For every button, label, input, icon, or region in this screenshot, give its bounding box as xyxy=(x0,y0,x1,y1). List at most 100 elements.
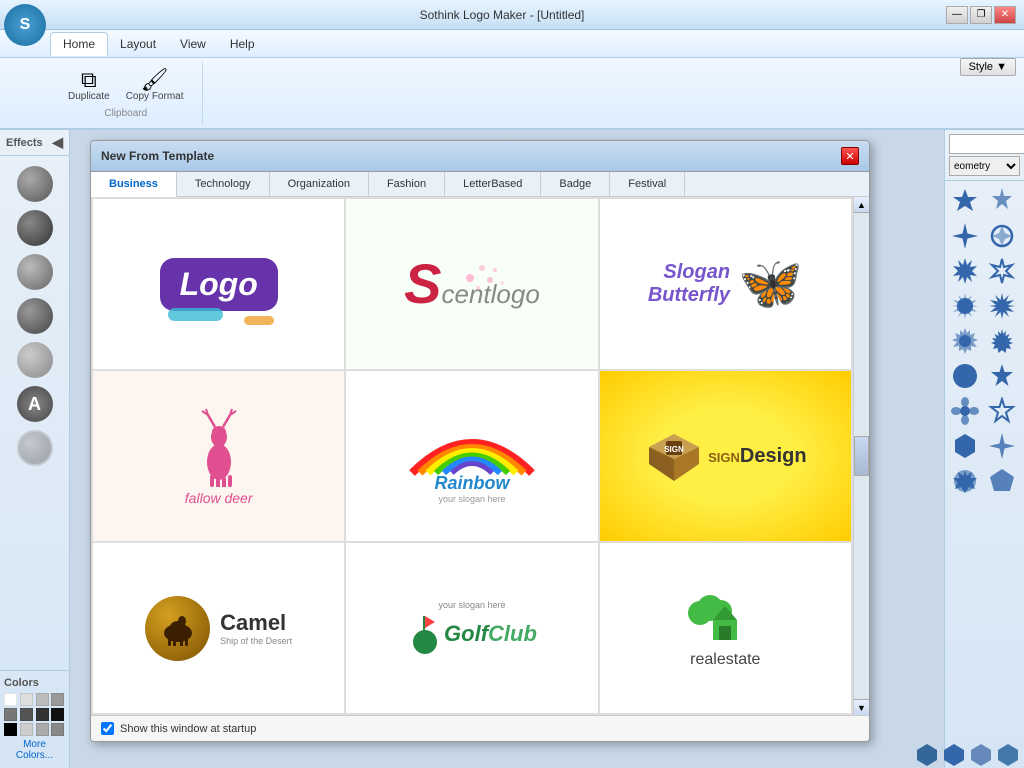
bottom-shape-4[interactable] xyxy=(996,742,1020,766)
shape-hexagon-1[interactable] xyxy=(949,430,981,462)
color-swatch-12[interactable] xyxy=(51,723,64,736)
house-tree-svg xyxy=(685,588,765,648)
modal-footer: Show this window at startup xyxy=(91,715,869,741)
template-logo-purple[interactable]: Logo xyxy=(93,199,344,369)
menu-item-home[interactable]: Home xyxy=(50,32,108,56)
color-swatch-1[interactable] xyxy=(4,693,17,706)
new-from-template-modal: New From Template ✕ Business Technology … xyxy=(90,140,870,742)
effects-header: Effects ◀ xyxy=(0,130,69,156)
shape-star4-1[interactable] xyxy=(949,220,981,252)
effects-toggle[interactable]: ◀ xyxy=(52,134,63,151)
color-swatch-7[interactable] xyxy=(36,708,49,721)
color-swatch-11[interactable] xyxy=(36,723,49,736)
scroll-down-button[interactable]: ▼ xyxy=(854,699,869,715)
ribbon: ⧉ Duplicate 🖌 Copy Format Clipboard xyxy=(0,58,1024,130)
restore-button[interactable]: ❐ xyxy=(970,6,992,24)
template-real-estate[interactable]: realestate xyxy=(600,543,851,713)
modal-title-bar: New From Template ✕ xyxy=(91,141,869,172)
template-scentlogo[interactable]: S centlogo xyxy=(346,199,597,369)
color-swatch-8[interactable] xyxy=(51,708,64,721)
menu-item-help[interactable]: Help xyxy=(218,33,267,55)
geometry-select[interactable]: eometry xyxy=(949,156,1020,176)
template-fallow-deer[interactable]: fallow deer xyxy=(93,371,344,541)
left-panel: Effects ◀ A Colors xyxy=(0,130,70,768)
center-area: New From Template ✕ Business Technology … xyxy=(70,130,944,768)
colors-label: Colors xyxy=(4,675,65,693)
color-swatch-5[interactable] xyxy=(4,708,17,721)
effect-1[interactable] xyxy=(17,166,53,202)
color-swatch-3[interactable] xyxy=(36,693,49,706)
shape-star-outline[interactable] xyxy=(986,255,1018,287)
minimize-button[interactable]: — xyxy=(946,6,968,24)
scroll-up-button[interactable]: ▲ xyxy=(854,197,869,213)
template-sign-design[interactable]: SIGN SIGNDesign xyxy=(600,371,851,541)
shape-star4-3[interactable] xyxy=(986,430,1018,462)
more-colors-link[interactable]: More Colors... xyxy=(4,736,65,764)
shape-flower-1[interactable] xyxy=(949,395,981,427)
show-at-startup-label[interactable]: Show this window at startup xyxy=(120,723,256,735)
template-slogan-butterfly[interactable]: Slogan Butterfly 🦋 xyxy=(600,199,851,369)
color-swatch-6[interactable] xyxy=(20,708,33,721)
colors-panel: Colors More Colors... xyxy=(0,670,69,768)
svg-text:SIGN: SIGN xyxy=(664,445,684,454)
tab-letterbased[interactable]: LetterBased xyxy=(445,172,541,196)
template-golf-club[interactable]: your slogan here xyxy=(346,543,597,713)
bottom-shape-3[interactable] xyxy=(969,742,993,766)
shape-search-input[interactable] xyxy=(949,134,1024,154)
effect-4[interactable] xyxy=(17,298,53,334)
modal-scrollbar[interactable]: ▲ ▼ xyxy=(853,197,869,715)
tab-badge[interactable]: Badge xyxy=(541,172,610,196)
effect-3[interactable] xyxy=(17,254,53,290)
tab-organization[interactable]: Organization xyxy=(270,172,369,196)
shape-pentagon-1[interactable] xyxy=(986,465,1018,497)
menu-item-view[interactable]: View xyxy=(168,33,218,55)
bottom-shape-1[interactable] xyxy=(915,742,939,766)
shape-badge-1[interactable] xyxy=(949,465,981,497)
duplicate-icon: ⧉ xyxy=(81,69,97,91)
show-at-startup-checkbox[interactable] xyxy=(101,722,114,735)
tab-business[interactable]: Business xyxy=(91,172,177,197)
dots-decoration xyxy=(460,258,510,298)
shape-circle-1[interactable] xyxy=(949,360,981,392)
title-bar-controls: — ❐ ✕ xyxy=(946,6,1016,24)
template-camel[interactable]: Camel Ship of the Desert xyxy=(93,543,344,713)
shape-sunburst-2[interactable] xyxy=(986,290,1018,322)
color-swatch-10[interactable] xyxy=(20,723,33,736)
menu-item-layout[interactable]: Layout xyxy=(108,33,168,55)
modal-overlay: New From Template ✕ Business Technology … xyxy=(70,130,944,768)
tab-fashion[interactable]: Fashion xyxy=(369,172,445,196)
tab-technology[interactable]: Technology xyxy=(177,172,270,196)
shape-star6-2[interactable] xyxy=(986,185,1018,217)
color-swatch-2[interactable] xyxy=(20,693,33,706)
close-button[interactable]: ✕ xyxy=(994,6,1016,24)
bottom-shape-2[interactable] xyxy=(942,742,966,766)
shape-sunburst-1[interactable] xyxy=(949,290,981,322)
tab-festival[interactable]: Festival xyxy=(610,172,685,196)
shape-starburst[interactable] xyxy=(986,325,1018,357)
scroll-thumb[interactable] xyxy=(854,436,869,476)
effect-2[interactable] xyxy=(17,210,53,246)
style-button[interactable]: Style ▼ xyxy=(960,58,1016,76)
effect-6[interactable] xyxy=(17,430,53,466)
effect-text-a[interactable]: A xyxy=(17,386,53,422)
color-swatch-9[interactable] xyxy=(4,723,17,736)
template-rainbow[interactable]: Rainbow your slogan here xyxy=(346,371,597,541)
duplicate-button[interactable]: ⧉ Duplicate xyxy=(62,67,116,104)
shape-star5-2[interactable] xyxy=(986,395,1018,427)
main-layout: Effects ◀ A Colors xyxy=(0,130,1024,768)
golf-svg xyxy=(407,612,442,657)
shape-star6-1[interactable] xyxy=(949,185,981,217)
color-grid xyxy=(4,693,65,736)
right-panel-top: 🔍 eometry xyxy=(945,130,1024,181)
copy-format-button[interactable]: 🖌 Copy Format xyxy=(120,67,190,104)
template-grid: Logo S xyxy=(91,197,853,715)
color-swatch-4[interactable] xyxy=(51,693,64,706)
shape-star8-1[interactable] xyxy=(949,255,981,287)
modal-close-button[interactable]: ✕ xyxy=(841,147,859,165)
menu-bar: Home Layout View Help xyxy=(0,30,1024,58)
shape-gear-1[interactable] xyxy=(949,325,981,357)
effect-5[interactable] xyxy=(17,342,53,378)
shape-star5-1[interactable] xyxy=(986,360,1018,392)
shape-star4-2[interactable] xyxy=(986,220,1018,252)
modal-tabs: Business Technology Organization Fashion… xyxy=(91,172,869,197)
